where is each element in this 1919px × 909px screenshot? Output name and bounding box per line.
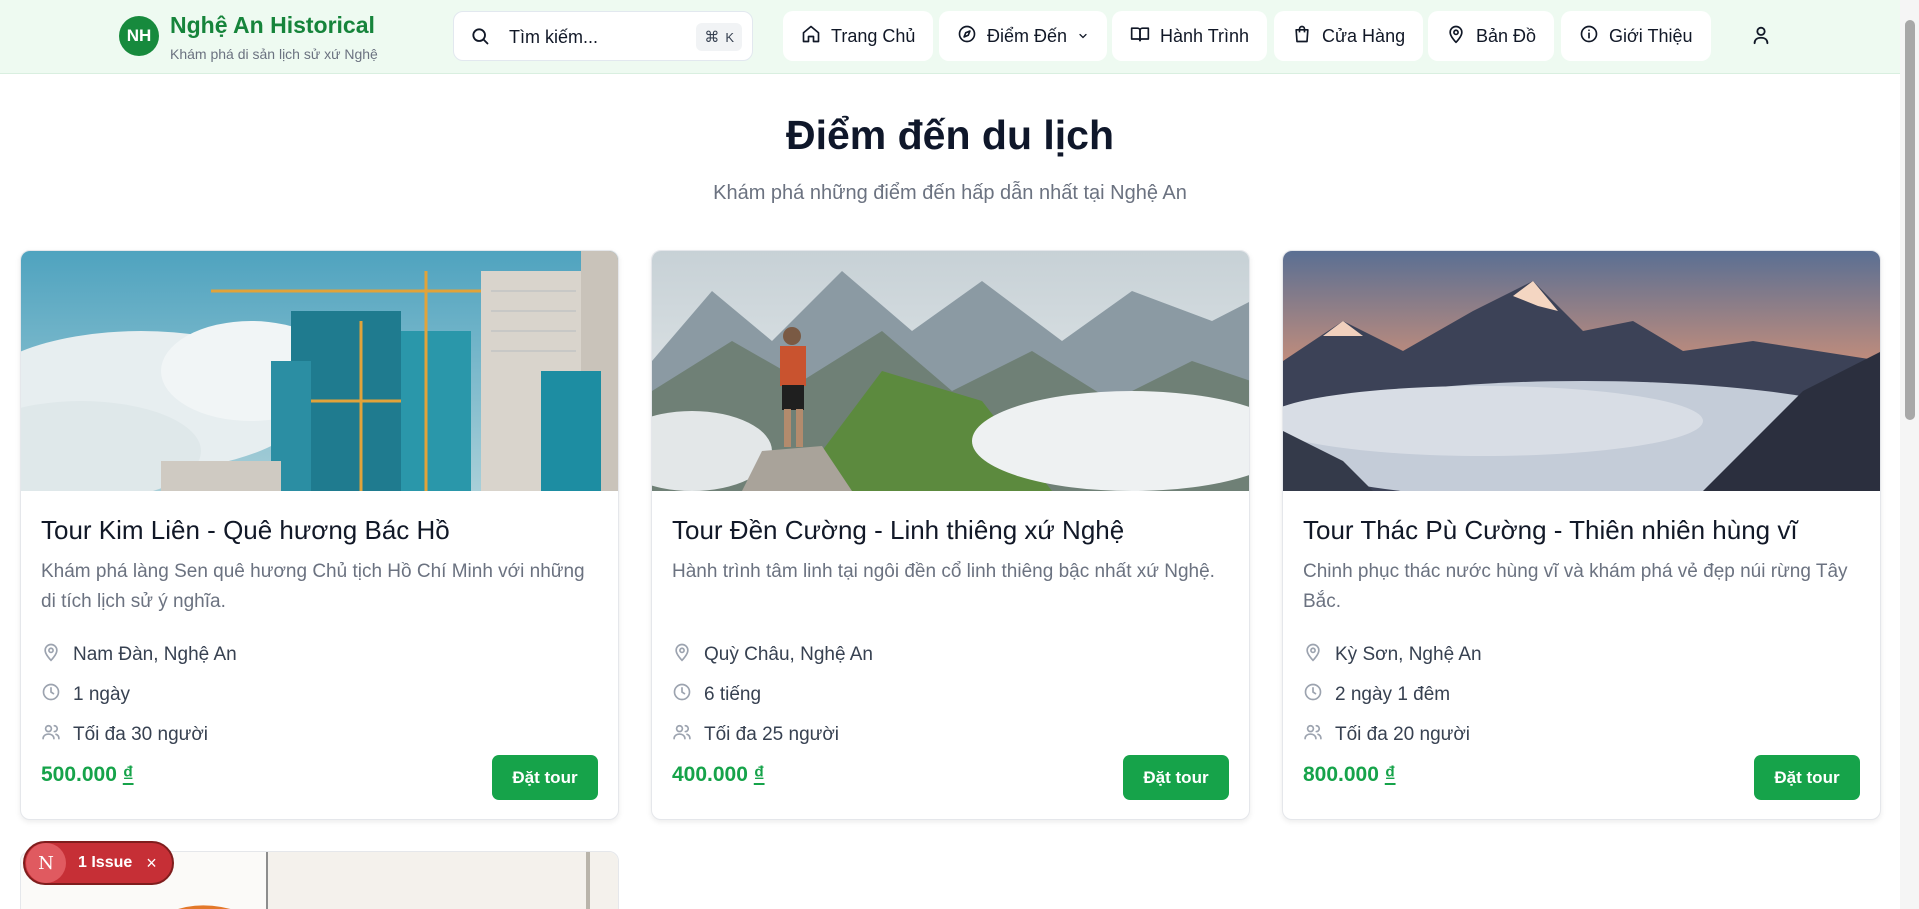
tour-card[interactable]: Tour Thác Pù Cường - Thiên nhiên hùng vĩ… bbox=[1282, 250, 1881, 820]
clock-icon bbox=[41, 682, 61, 708]
users-icon bbox=[41, 722, 61, 748]
page-subtitle: Khám phá những điểm đến hấp dẫn nhất tại… bbox=[713, 182, 1187, 204]
brand-title[interactable]: Nghệ An Historical bbox=[170, 12, 375, 39]
tour-duration: 2 ngày 1 đêm bbox=[1303, 682, 1450, 708]
tour-price: 400.000 ₫ bbox=[672, 763, 765, 787]
tour-duration-text: 2 ngày 1 đêm bbox=[1335, 684, 1451, 705]
tour-capacity: Tối đa 30 người bbox=[41, 722, 208, 748]
price-currency: ₫ bbox=[753, 763, 765, 786]
tour-image-construction[interactable] bbox=[21, 251, 619, 491]
tour-description: Hành trình tâm linh tại ngôi đền cổ linh… bbox=[672, 561, 1215, 582]
tour-image-mountain-hiker[interactable] bbox=[652, 251, 1250, 491]
nextjs-logo-icon: N bbox=[26, 843, 66, 883]
close-icon[interactable]: × bbox=[146, 853, 157, 874]
nav-item-cua-hang[interactable]: Cửa Hàng bbox=[1274, 11, 1424, 61]
tour-capacity: Tối đa 20 người bbox=[1303, 722, 1470, 748]
clock-icon bbox=[1303, 682, 1323, 708]
book-open-icon bbox=[1130, 24, 1150, 49]
map-pin-icon bbox=[672, 642, 692, 668]
nav-label: Cửa Hàng bbox=[1322, 25, 1406, 46]
search-box[interactable]: Tìm kiếm... ⌘ K bbox=[453, 11, 753, 61]
tour-location-text: Quỳ Châu, Nghệ An bbox=[704, 644, 873, 665]
command-key-glyph: ⌘ bbox=[704, 29, 720, 46]
tour-duration-text: 1 ngày bbox=[73, 684, 131, 705]
nav-item-trang-chu[interactable]: Trang Chủ bbox=[783, 11, 934, 61]
price-amount: 800.000 bbox=[1303, 763, 1379, 786]
tour-title[interactable]: Tour Thác Pù Cường - Thiên nhiên hùng vĩ bbox=[1303, 515, 1798, 546]
info-icon bbox=[1579, 24, 1599, 49]
tour-card[interactable]: Tour Kim Liên - Quê hương Bác Hồ Khám ph… bbox=[20, 250, 619, 820]
tour-capacity-text: Tối đa 20 người bbox=[1335, 724, 1471, 745]
brand-subtitle: Khám phá di sản lịch sử xứ Nghệ bbox=[170, 46, 378, 62]
price-amount: 500.000 bbox=[41, 763, 117, 786]
tour-title[interactable]: Tour Đền Cường - Linh thiêng xứ Nghệ bbox=[672, 515, 1124, 546]
tour-location-text: Kỳ Sơn, Nghệ An bbox=[1335, 644, 1482, 665]
logo-badge[interactable]: NH bbox=[119, 16, 159, 56]
map-pin-icon bbox=[41, 642, 61, 668]
tour-duration-text: 6 tiếng bbox=[704, 684, 762, 705]
compass-icon bbox=[957, 24, 977, 49]
tour-duration: 1 ngày bbox=[41, 682, 130, 708]
search-icon bbox=[470, 26, 490, 51]
tour-location: Quỳ Châu, Nghệ An bbox=[672, 642, 873, 668]
issue-count-label[interactable]: 1 Issue bbox=[78, 854, 132, 872]
page-title: Điểm đến du lịch bbox=[785, 112, 1115, 158]
price-amount: 400.000 bbox=[672, 763, 748, 786]
home-icon bbox=[801, 24, 821, 49]
nav-label: Trang Chủ bbox=[831, 25, 916, 46]
user-account-button[interactable] bbox=[1750, 24, 1772, 51]
tour-location: Nam Đàn, Nghệ An bbox=[41, 642, 237, 668]
tour-location: Kỳ Sơn, Nghệ An bbox=[1303, 642, 1482, 668]
nav-item-ban-do[interactable]: Bản Đồ bbox=[1428, 11, 1555, 61]
tour-price: 800.000 ₫ bbox=[1303, 763, 1396, 787]
tour-image-sunset-peaks[interactable] bbox=[1283, 251, 1881, 491]
shortcut-key: K bbox=[725, 29, 734, 45]
nav-label: Giới Thiệu bbox=[1609, 25, 1693, 46]
search-placeholder: Tìm kiếm... bbox=[509, 27, 598, 47]
tour-duration: 6 tiếng bbox=[672, 682, 761, 708]
map-pin-icon bbox=[1303, 642, 1323, 668]
tour-capacity-text: Tối đa 30 người bbox=[73, 724, 209, 745]
scrollbar-thumb[interactable] bbox=[1905, 20, 1915, 420]
issue-indicator[interactable]: N 1 Issue × bbox=[23, 841, 174, 885]
search-shortcut-hint: ⌘ K bbox=[696, 23, 742, 51]
tour-capacity-text: Tối đa 25 người bbox=[704, 724, 840, 745]
users-icon bbox=[672, 722, 692, 748]
chevron-down-icon bbox=[1077, 26, 1089, 47]
price-currency: ₫ bbox=[122, 763, 134, 786]
nav-label: Bản Đồ bbox=[1476, 25, 1537, 46]
clock-icon bbox=[672, 682, 692, 708]
map-pin-icon bbox=[1446, 24, 1466, 49]
book-tour-button[interactable]: Đặt tour bbox=[1754, 755, 1860, 800]
book-tour-button[interactable]: Đặt tour bbox=[1123, 755, 1229, 800]
shopping-bag-icon bbox=[1292, 24, 1312, 49]
price-currency: ₫ bbox=[1384, 763, 1396, 786]
nav-item-diem-den[interactable]: Điểm Đến bbox=[939, 11, 1108, 61]
users-icon bbox=[1303, 722, 1323, 748]
site-header: NH Nghệ An Historical Khám phá di sản lị… bbox=[0, 0, 1900, 74]
nav-label: Hành Trình bbox=[1160, 25, 1250, 46]
tour-capacity: Tối đa 25 người bbox=[672, 722, 839, 748]
nav-label: Điểm Đến bbox=[987, 25, 1068, 46]
tour-description: Chinh phục thác nước hùng vĩ và khám phá… bbox=[1303, 561, 1848, 612]
user-icon bbox=[1750, 26, 1772, 50]
tour-card[interactable]: Tour Đền Cường - Linh thiêng xứ Nghệ Hàn… bbox=[651, 250, 1250, 820]
tour-price: 500.000 ₫ bbox=[41, 763, 134, 787]
nav-item-gioi-thieu[interactable]: Giới Thiệu bbox=[1561, 11, 1711, 61]
tour-location-text: Nam Đàn, Nghệ An bbox=[73, 644, 237, 665]
book-tour-button[interactable]: Đặt tour bbox=[492, 755, 598, 800]
tour-description: Khám phá làng Sen quê hương Chủ tịch Hồ … bbox=[41, 561, 585, 612]
nav-item-hanh-trinh[interactable]: Hành Trình bbox=[1112, 11, 1268, 61]
tour-title[interactable]: Tour Kim Liên - Quê hương Bác Hồ bbox=[41, 515, 450, 546]
